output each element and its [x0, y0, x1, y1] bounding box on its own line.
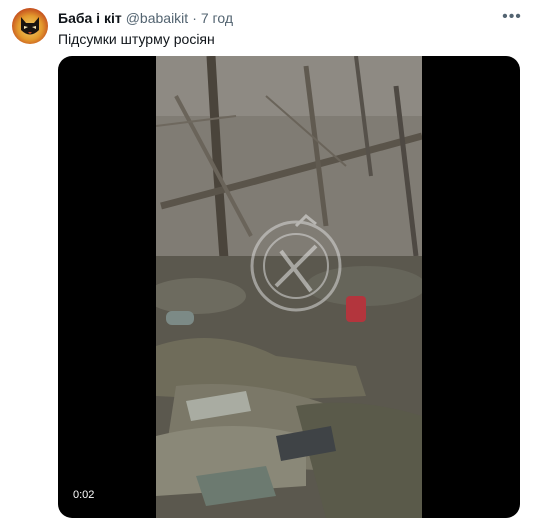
avatar[interactable]: [12, 8, 48, 44]
video-player[interactable]: 0:02: [58, 56, 520, 518]
tweet[interactable]: Баба і кіт @babaikit · 7 год ••• Підсумк…: [0, 0, 536, 526]
more-dots-icon: •••: [502, 8, 522, 25]
video-frame: [156, 56, 422, 518]
tweet-header: Баба і кіт @babaikit · 7 год: [58, 9, 233, 27]
more-options-button[interactable]: •••: [500, 5, 524, 29]
avatar-cat-mask-icon: [21, 17, 39, 35]
tweet-text: Підсумки штурму росіян: [58, 31, 215, 47]
author-handle[interactable]: @babaikit: [126, 10, 188, 26]
tweet-time[interactable]: 7 год: [201, 10, 233, 26]
separator-dot: ·: [192, 10, 197, 26]
video-timestamp: 0:02: [68, 486, 100, 504]
author-name[interactable]: Баба і кіт: [58, 10, 122, 26]
video-thumbnail: [156, 56, 422, 518]
